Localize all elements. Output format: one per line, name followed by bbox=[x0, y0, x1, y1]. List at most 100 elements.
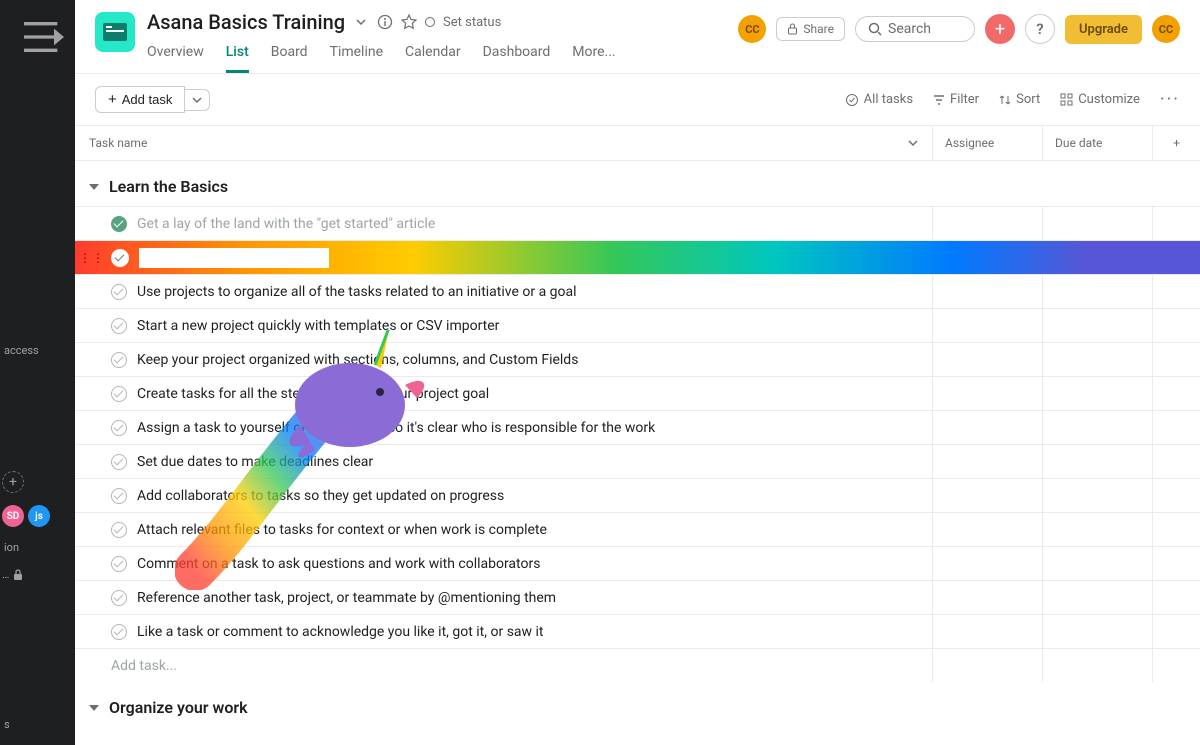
add-task-button[interactable]: +Add task bbox=[95, 86, 185, 113]
upgrade-button[interactable]: Upgrade bbox=[1065, 15, 1142, 44]
extra-cell bbox=[1152, 411, 1200, 444]
sidebar-private-row[interactable]: … bbox=[0, 562, 75, 587]
tab-timeline[interactable]: Timeline bbox=[330, 44, 383, 73]
extra-cell bbox=[1152, 547, 1200, 580]
due-cell[interactable] bbox=[1042, 615, 1152, 648]
task-row[interactable]: Comment on a task to ask questions and w… bbox=[75, 546, 1200, 580]
task-row[interactable]: Assign a task to yourself or a teammate … bbox=[75, 410, 1200, 444]
star-icon[interactable] bbox=[401, 14, 417, 30]
assignee-cell[interactable] bbox=[932, 343, 1042, 376]
due-cell[interactable] bbox=[1042, 479, 1152, 512]
complete-check-icon[interactable] bbox=[111, 249, 129, 267]
task-row[interactable]: Like a task or comment to acknowledge yo… bbox=[75, 614, 1200, 648]
add-task-row[interactable]: Add task... bbox=[75, 648, 1200, 682]
set-status-button[interactable]: Set status bbox=[443, 15, 501, 30]
project-title[interactable]: Asana Basics Training bbox=[147, 10, 345, 34]
search-input[interactable]: Search bbox=[855, 16, 975, 42]
col-task-name[interactable]: Task name bbox=[75, 126, 932, 160]
chevron-down-icon[interactable] bbox=[908, 138, 918, 148]
assignee-cell[interactable] bbox=[932, 615, 1042, 648]
help-button[interactable]: ? bbox=[1025, 14, 1055, 44]
due-cell[interactable] bbox=[1042, 275, 1152, 308]
due-cell[interactable] bbox=[1042, 445, 1152, 478]
all-tasks-filter[interactable]: All tasks bbox=[845, 92, 913, 107]
complete-check-icon[interactable] bbox=[111, 386, 127, 402]
assignee-cell[interactable] bbox=[932, 309, 1042, 342]
col-assignee[interactable]: Assignee bbox=[932, 126, 1042, 160]
user-avatar[interactable]: CC bbox=[1152, 15, 1180, 43]
project-member-avatar[interactable]: CC bbox=[738, 15, 766, 43]
assignee-cell[interactable] bbox=[932, 411, 1042, 444]
complete-check-icon[interactable] bbox=[111, 352, 127, 368]
chevron-down-icon[interactable] bbox=[353, 14, 369, 30]
due-cell[interactable] bbox=[1042, 547, 1152, 580]
complete-check-icon[interactable] bbox=[111, 420, 127, 436]
complete-check-icon[interactable] bbox=[111, 590, 127, 606]
task-row[interactable]: Reference another task, project, or team… bbox=[75, 580, 1200, 614]
tab-overview[interactable]: Overview bbox=[147, 44, 204, 73]
sidebar-label-access[interactable]: access bbox=[0, 336, 75, 365]
tab-list[interactable]: List bbox=[226, 44, 249, 73]
complete-check-icon[interactable] bbox=[111, 454, 127, 470]
menu-toggle-icon[interactable] bbox=[24, 22, 64, 46]
due-cell[interactable] bbox=[1042, 411, 1152, 444]
due-cell[interactable] bbox=[1042, 377, 1152, 410]
drag-handle-icon[interactable]: ⋮⋮ bbox=[79, 251, 105, 265]
section-header[interactable]: Organize your work bbox=[75, 682, 1200, 727]
task-row[interactable]: Keep your project organized with section… bbox=[75, 342, 1200, 376]
assignee-cell[interactable] bbox=[932, 513, 1042, 546]
add-column-button[interactable]: + bbox=[1152, 126, 1200, 160]
complete-check-icon[interactable] bbox=[111, 284, 127, 300]
avatar-sd[interactable]: SD bbox=[2, 505, 24, 527]
assignee-cell[interactable] bbox=[932, 581, 1042, 614]
task-row[interactable]: Attach relevant files to tasks for conte… bbox=[75, 512, 1200, 546]
assignee-cell[interactable] bbox=[932, 479, 1042, 512]
share-button[interactable]: Share bbox=[776, 17, 845, 41]
due-cell[interactable] bbox=[1042, 343, 1152, 376]
col-due-date[interactable]: Due date bbox=[1042, 126, 1152, 160]
due-cell[interactable] bbox=[1042, 309, 1152, 342]
tab-dashboard[interactable]: Dashboard bbox=[483, 44, 551, 73]
more-actions-button[interactable]: ··· bbox=[1160, 89, 1180, 110]
info-icon[interactable] bbox=[377, 14, 393, 30]
task-row-celebration[interactable]: ⋮⋮ bbox=[75, 240, 1200, 274]
complete-check-icon[interactable] bbox=[111, 522, 127, 538]
task-row[interactable]: Add collaborators to tasks so they get u… bbox=[75, 478, 1200, 512]
assignee-cell[interactable] bbox=[932, 445, 1042, 478]
task-row[interactable]: Use projects to organize all of the task… bbox=[75, 274, 1200, 308]
complete-check-icon[interactable] bbox=[111, 488, 127, 504]
assignee-cell[interactable] bbox=[932, 547, 1042, 580]
due-cell[interactable] bbox=[1042, 513, 1152, 546]
due-cell[interactable] bbox=[1042, 207, 1152, 240]
omnibutton[interactable]: + bbox=[985, 14, 1015, 44]
assignee-cell[interactable] bbox=[932, 275, 1042, 308]
customize-button[interactable]: Customize bbox=[1060, 92, 1140, 107]
sidebar-label-ion[interactable]: ion bbox=[0, 533, 75, 562]
assignee-cell[interactable] bbox=[932, 241, 1042, 274]
tab-board[interactable]: Board bbox=[271, 44, 308, 73]
task-title-input[interactable] bbox=[139, 248, 329, 268]
complete-check-icon[interactable] bbox=[111, 556, 127, 572]
sort-button[interactable]: Sort bbox=[999, 92, 1040, 107]
avatar-js[interactable]: js bbox=[28, 505, 50, 527]
task-row[interactable]: Set due dates to make deadlines clear bbox=[75, 444, 1200, 478]
tab-calendar[interactable]: Calendar bbox=[405, 44, 461, 73]
project-icon[interactable] bbox=[95, 12, 135, 52]
task-row[interactable]: Create tasks for all the steps to achiev… bbox=[75, 376, 1200, 410]
complete-check-icon[interactable] bbox=[111, 216, 127, 232]
filter-button[interactable]: Filter bbox=[933, 92, 979, 107]
section-header[interactable]: Learn the Basics bbox=[75, 161, 1200, 206]
tab-more[interactable]: More... bbox=[572, 44, 615, 73]
complete-check-icon[interactable] bbox=[111, 624, 127, 640]
due-cell[interactable] bbox=[1042, 581, 1152, 614]
add-task-dropdown[interactable] bbox=[185, 89, 210, 111]
assignee-cell[interactable] bbox=[932, 377, 1042, 410]
section-organize-work: Organize your work bbox=[75, 682, 1200, 727]
extra-cell bbox=[1152, 377, 1200, 410]
add-team-member-icon[interactable]: + bbox=[2, 471, 24, 493]
complete-check-icon[interactable] bbox=[111, 318, 127, 334]
task-row[interactable]: Get a lay of the land with the "get star… bbox=[75, 206, 1200, 240]
assignee-cell[interactable] bbox=[932, 207, 1042, 240]
due-cell[interactable] bbox=[1042, 241, 1152, 274]
task-row[interactable]: Start a new project quickly with templat… bbox=[75, 308, 1200, 342]
